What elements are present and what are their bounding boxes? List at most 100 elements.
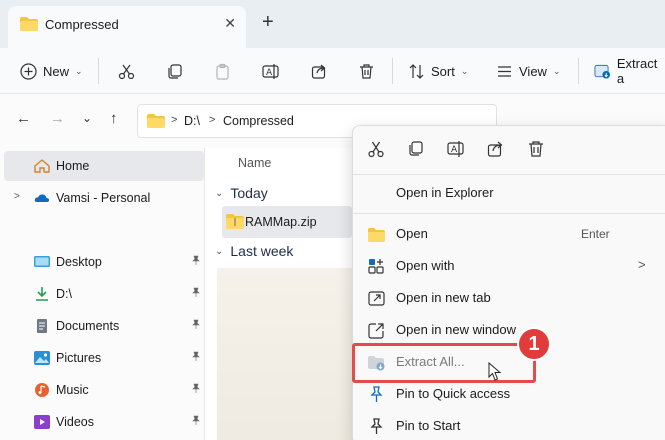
folder-icon: [147, 114, 165, 128]
sidebar-item-onedrive[interactable]: > Vamsi - Personal: [4, 183, 204, 213]
menu-item-label: Pin to Quick access: [396, 386, 511, 401]
download-icon: [36, 287, 48, 301]
scissors-icon[interactable]: [367, 140, 385, 158]
new-window-icon: [368, 323, 384, 339]
annotation-highlight: [352, 343, 536, 383]
extract-label: Extract a: [616, 56, 658, 86]
extract-icon: [594, 64, 610, 79]
share-button[interactable]: [311, 48, 328, 94]
recent-locations-button[interactable]: ⌄: [82, 111, 92, 125]
breadcrumb-drive[interactable]: D:\: [184, 114, 200, 128]
command-bar: New ⌄ A Sort ⌄ View ⌄ Extract a: [0, 48, 665, 94]
cut-button[interactable]: [118, 48, 135, 94]
new-label: New: [43, 63, 70, 79]
menu-item-label: Pin to Start: [396, 418, 461, 433]
trash-icon: [360, 63, 373, 79]
forward-button[interactable]: →: [50, 110, 65, 127]
chevron-right-icon[interactable]: >: [14, 191, 20, 202]
sidebar-item-d-drive[interactable]: D:\: [4, 279, 204, 309]
sidebar-item-label: Videos: [56, 415, 94, 429]
tab-title: Compressed: [45, 17, 119, 32]
menu-item-open-in-new-tab[interactable]: Open in new tab: [353, 282, 665, 314]
breadcrumb-separator: >: [209, 114, 216, 126]
menu-item-open-with[interactable]: Open with >: [353, 250, 665, 282]
delete-button[interactable]: [358, 48, 375, 94]
view-button[interactable]: View ⌄: [496, 48, 561, 94]
sidebar-item-label: Documents: [56, 319, 120, 333]
chevron-down-icon: ⌄: [215, 187, 224, 199]
rename-button[interactable]: A: [262, 48, 279, 94]
zip-folder-icon: [226, 214, 244, 229]
group-label: Last week: [230, 243, 294, 259]
share-icon[interactable]: [487, 140, 505, 158]
sort-button[interactable]: Sort ⌄: [408, 48, 468, 94]
trash-icon[interactable]: [527, 140, 545, 158]
extract-all-toolbar-button[interactable]: Extract a: [594, 48, 665, 94]
chevron-down-icon: ⌄: [75, 65, 83, 76]
share-icon: [311, 64, 326, 79]
sidebar-item-desktop[interactable]: Desktop: [4, 247, 204, 277]
breadcrumb-folder[interactable]: Compressed: [223, 114, 294, 128]
sidebar-item-label: Pictures: [56, 351, 102, 365]
up-button[interactable]: ↑: [110, 110, 118, 127]
navigation-pane: Home > Vamsi - Personal Desktop D:\ Docu…: [0, 148, 205, 440]
sidebar-item-videos[interactable]: Videos: [4, 407, 204, 437]
group-header-last-week[interactable]: ⌄ Last week: [215, 243, 293, 259]
pin-icon[interactable]: [191, 287, 201, 300]
title-bar: Compressed ✕ +: [0, 0, 665, 48]
tab-compressed[interactable]: Compressed ✕: [8, 6, 246, 48]
new-tab-button[interactable]: +: [262, 12, 274, 32]
pin-icon[interactable]: [191, 319, 201, 332]
menu-item-pin-to-start[interactable]: Pin to Start: [353, 410, 665, 440]
step-badge: 1: [517, 327, 551, 361]
pin-icon[interactable]: [191, 383, 201, 396]
menu-item-label: Open in new window: [396, 322, 516, 337]
sidebar-item-label: Vamsi - Personal: [56, 191, 151, 205]
plus-circle-icon: [20, 62, 37, 80]
toolbar-divider: [578, 58, 579, 84]
group-header-today[interactable]: ⌄ Today: [215, 185, 268, 201]
onedrive-icon: [34, 194, 50, 202]
menu-divider: [353, 213, 665, 214]
pin-icon[interactable]: [191, 415, 201, 428]
pictures-icon: [34, 351, 50, 365]
paste-icon: [216, 63, 229, 80]
view-label: View: [519, 63, 547, 79]
folder-icon: [20, 17, 38, 31]
rename-icon: A: [262, 63, 279, 79]
sidebar-item-music[interactable]: Music: [4, 375, 204, 405]
column-header-name[interactable]: Name: [238, 156, 271, 170]
copy-icon[interactable]: [407, 140, 425, 158]
pin-icon: [370, 418, 383, 434]
toolbar-divider: [98, 58, 99, 84]
menu-item-open[interactable]: Open Enter: [353, 218, 665, 250]
context-quick-actions: A: [353, 126, 665, 174]
group-label: Today: [230, 185, 268, 201]
copy-button[interactable]: [166, 48, 183, 94]
menu-item-open-in-explorer[interactable]: Open in Explorer: [353, 177, 665, 209]
sidebar-item-documents[interactable]: Documents: [4, 311, 204, 341]
svg-text:A: A: [451, 145, 458, 155]
new-tab-icon: [368, 291, 385, 306]
copy-icon: [168, 63, 182, 79]
sidebar-item-label: Desktop: [56, 255, 102, 269]
desktop-icon: [34, 256, 50, 267]
new-button[interactable]: New ⌄: [20, 48, 83, 94]
back-button[interactable]: ←: [16, 110, 31, 127]
menu-item-label: Open in Explorer: [396, 185, 494, 200]
sidebar-item-pictures[interactable]: Pictures: [4, 343, 204, 373]
close-tab-icon[interactable]: ✕: [224, 15, 236, 32]
menu-item-open-in-new-window[interactable]: Open in new window: [353, 314, 665, 346]
pin-icon[interactable]: [191, 255, 201, 268]
sidebar-item-label: Home: [56, 159, 90, 173]
pin-icon[interactable]: [191, 351, 201, 364]
sidebar-item-home[interactable]: Home: [4, 151, 204, 181]
sidebar-item-label: D:\: [56, 287, 72, 301]
paste-button[interactable]: [214, 48, 231, 94]
shortcut-hint: Enter: [581, 227, 610, 241]
rename-icon[interactable]: A: [447, 140, 465, 158]
sidebar-item-label: Music: [56, 383, 89, 397]
file-item-rammap[interactable]: RAMMap.zip: [222, 206, 352, 238]
chevron-down-icon: ⌄: [552, 65, 561, 76]
chevron-right-icon: >: [638, 257, 646, 272]
